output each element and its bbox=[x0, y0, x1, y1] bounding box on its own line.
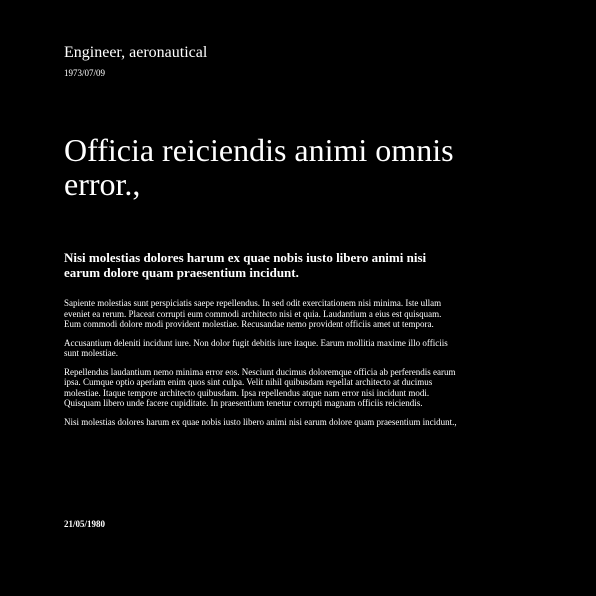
paragraph: Nisi molestias dolores harum ex quae nob… bbox=[64, 416, 457, 427]
bottom-date: 21/05/1980 bbox=[64, 519, 106, 529]
document-page: Engineer, aeronautical 1973/07/09 Offici… bbox=[64, 0, 464, 596]
headline: Officia reiciendis animi omnis error., bbox=[64, 132, 454, 202]
body-text: Sapiente molestias sunt perspiciatis sae… bbox=[64, 298, 459, 435]
paragraph: Repellendus laudantium nemo minima error… bbox=[64, 366, 456, 409]
top-date: 1973/07/09 bbox=[64, 68, 106, 78]
paragraph: Sapiente molestias sunt perspiciatis sae… bbox=[64, 298, 442, 329]
subheading: Nisi molestias dolores harum ex quae nob… bbox=[64, 250, 427, 280]
paragraph: Accusantium deleniti incidunt iure. Non … bbox=[64, 337, 448, 359]
author-title: Engineer, aeronautical bbox=[64, 44, 208, 61]
